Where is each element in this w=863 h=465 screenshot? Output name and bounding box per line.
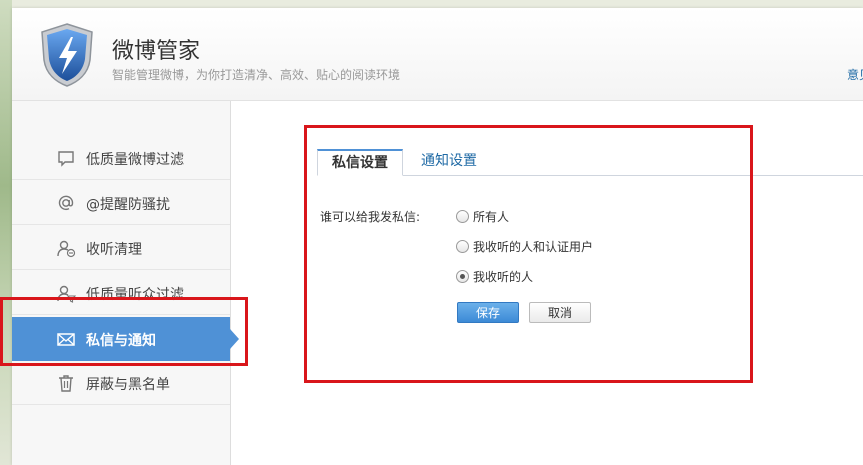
user-minus-icon [57, 240, 76, 258]
app-subtitle: 智能管理微博，为你打造清净、高效、贴心的阅读环境 [112, 68, 401, 82]
at-icon [58, 195, 74, 210]
app-title: 微博管家 [112, 39, 201, 64]
highlight-box-content [304, 125, 753, 383]
sidebar-item-at-mention[interactable]: @提醒防骚扰 [12, 181, 230, 225]
background-left [0, 0, 12, 465]
sidebar-item-follow-cleanup[interactable]: 收听清理 [12, 226, 230, 270]
sidebar-item-label: @提醒防骚扰 [86, 197, 170, 213]
comment-icon [58, 151, 74, 167]
shield-lightning-icon [41, 23, 93, 87]
sidebar-item-label: 低质量微博过滤 [86, 152, 184, 168]
sidebar: 低质量微博过滤 @提醒防骚扰 收听清理 低质量听众过滤 私信与通知 屏蔽与黑名单 [12, 101, 239, 465]
sidebar-item-low-quality-weibo[interactable]: 低质量微博过滤 [12, 136, 230, 180]
sidebar-item-label: 屏蔽与黑名单 [86, 377, 170, 393]
sidebar-item-block-blacklist[interactable]: 屏蔽与黑名单 [12, 361, 230, 405]
feedback-link[interactable]: 意见 [847, 66, 863, 83]
watermark-logo [726, 406, 855, 455]
trash-icon [59, 375, 73, 392]
highlight-box-nav [0, 297, 248, 366]
sidebar-item-label: 收听清理 [86, 242, 142, 258]
header: 微博管家 智能管理微博，为你打造清净、高效、贴心的阅读环境 意见 [12, 8, 863, 101]
